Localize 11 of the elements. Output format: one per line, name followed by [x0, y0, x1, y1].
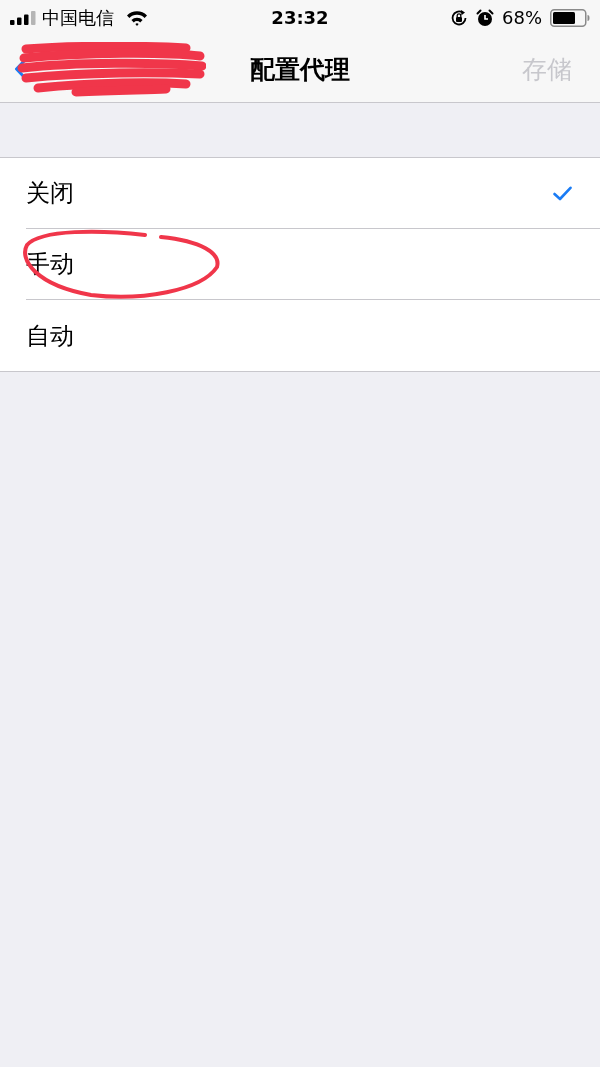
battery-icon — [550, 9, 590, 27]
rotation-lock-icon — [450, 9, 468, 27]
status-time: 23:32 — [271, 9, 329, 27]
wifi-icon — [126, 10, 148, 26]
nav-title: 配置代理 — [250, 56, 350, 82]
battery-percent: 68% — [502, 9, 542, 27]
option-row[interactable]: 关闭 — [26, 158, 600, 229]
option-row[interactable]: 自动 — [26, 300, 600, 371]
alarm-clock-icon — [476, 9, 494, 27]
carrier-name: 中国电信 — [42, 9, 114, 27]
signal-icon — [10, 11, 36, 25]
